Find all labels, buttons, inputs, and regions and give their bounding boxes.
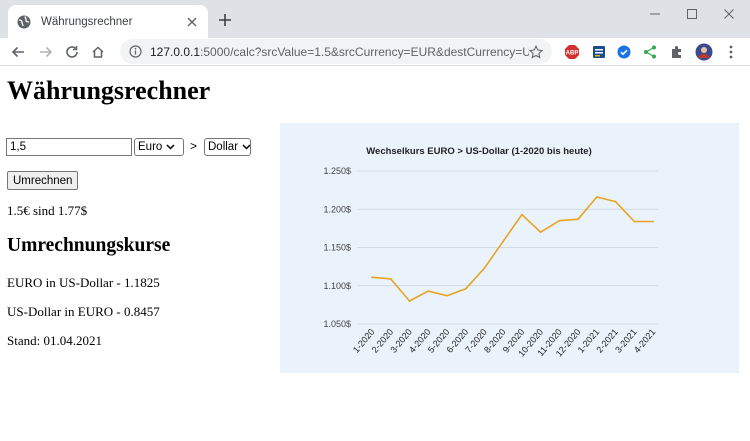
target-currency-select[interactable]: Dollar	[204, 138, 251, 156]
bookmark-star-icon[interactable]	[529, 44, 543, 59]
url-text[interactable]: 127.0.0.1:5000/calc?srcValue=1.5&srcCurr…	[150, 45, 529, 59]
data-point	[558, 219, 561, 222]
y-tick-label: 1.150$	[323, 243, 351, 253]
amount-input[interactable]	[6, 138, 132, 156]
svg-text:ABP: ABP	[566, 51, 579, 57]
target-currency-value: Dollar	[208, 141, 239, 153]
data-point	[389, 277, 392, 280]
tab-strip: Währungsrechner	[0, 0, 750, 38]
data-point	[408, 300, 411, 302]
tab-title: Währungsrechner	[41, 15, 133, 28]
maximize-icon[interactable]	[681, 6, 703, 22]
data-point	[633, 220, 636, 223]
info-icon[interactable]	[129, 45, 142, 58]
home-icon[interactable]	[88, 42, 108, 62]
reload-icon[interactable]	[62, 42, 82, 62]
close-tab-icon[interactable]	[184, 14, 200, 30]
globe-icon	[16, 14, 32, 30]
data-point	[595, 196, 598, 198]
conversion-separator: >	[190, 139, 198, 153]
profile-avatar[interactable]	[695, 43, 713, 61]
convert-button[interactable]: Umrechnen	[7, 171, 79, 190]
extension-doc-icon[interactable]	[590, 43, 608, 61]
rate-euro-usd: EURO in US-Dollar - 1.1825	[7, 275, 160, 290]
y-tick-label: 1.250$	[323, 166, 351, 176]
adblock-icon[interactable]: ABP	[563, 43, 581, 61]
chevron-down-icon	[166, 144, 175, 150]
data-point	[652, 220, 654, 223]
data-point	[483, 267, 486, 270]
data-point	[446, 294, 448, 297]
page-title: Währungsrechner	[7, 76, 211, 105]
window-close-icon[interactable]	[718, 6, 740, 22]
chart-canvas: Wechselkurs EURO > US-Dollar (1-2020 bis…	[323, 146, 658, 359]
source-currency-value: Euro	[138, 141, 163, 153]
address-bar[interactable]: 127.0.0.1:5000/calc?srcValue=1.5&srcCurr…	[120, 39, 552, 64]
chart-title: Wechselkurs EURO > US-Dollar (1-2020 bis…	[366, 146, 592, 157]
chevron-down-icon	[242, 144, 251, 150]
share-icon[interactable]	[641, 43, 659, 61]
data-point	[464, 287, 467, 290]
data-point	[614, 200, 617, 203]
data-point	[577, 218, 579, 221]
data-point	[520, 213, 523, 216]
conversion-result: 1.5€ sind 1.77$	[7, 203, 88, 218]
verified-check-icon[interactable]	[615, 43, 633, 61]
extensions-puzzle-icon[interactable]	[668, 43, 686, 61]
source-currency-select[interactable]: Euro	[134, 138, 184, 156]
data-point	[371, 276, 373, 279]
browser-toolbar: 127.0.0.1:5000/calc?srcValue=1.5&srcCurr…	[0, 38, 750, 66]
rate-usd-euro: US-Dollar in EURO - 0.8457	[7, 304, 160, 319]
data-point	[539, 231, 542, 234]
forward-icon[interactable]	[36, 42, 56, 62]
rates-heading: Umrechnungskurse	[7, 235, 171, 256]
menu-dots-icon[interactable]	[722, 43, 740, 61]
exchange-rate-chart: Wechselkurs EURO > US-Dollar (1-2020 bis…	[280, 123, 739, 373]
new-tab-icon[interactable]	[216, 11, 234, 29]
y-tick-label: 1.050$	[323, 319, 351, 329]
data-point	[502, 240, 505, 243]
minimize-icon[interactable]	[644, 6, 666, 22]
page-content: Währungsrechner Euro > Dollar Umrechnen …	[0, 67, 750, 441]
browser-tab[interactable]: Währungsrechner	[8, 5, 208, 38]
y-tick-label: 1.200$	[323, 204, 351, 214]
data-point	[427, 290, 430, 293]
rates-date: Stand: 01.04.2021	[7, 333, 102, 348]
back-icon[interactable]	[8, 42, 28, 62]
y-tick-label: 1.100$	[323, 281, 351, 291]
